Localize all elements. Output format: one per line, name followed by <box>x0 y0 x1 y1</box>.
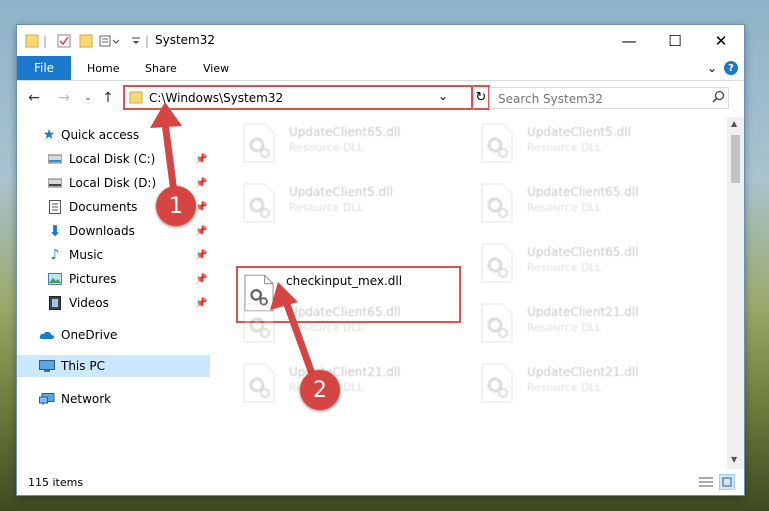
arrow-2 <box>280 294 319 384</box>
arrow-1-head <box>150 102 182 128</box>
step-2-badge: 2 <box>300 370 340 410</box>
annotation-overlay <box>150 102 319 384</box>
arrow-2-head <box>270 282 298 310</box>
step-1-badge: 1 <box>156 186 196 226</box>
